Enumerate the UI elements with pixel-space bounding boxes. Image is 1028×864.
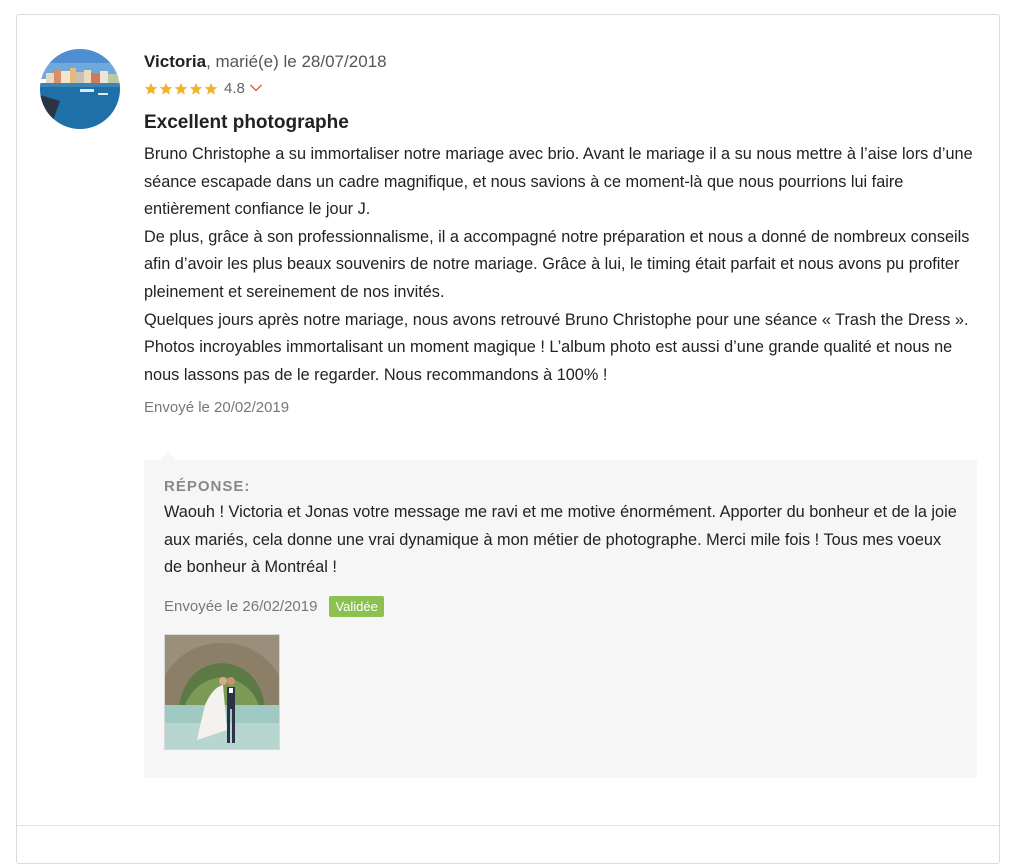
rating-row: 4.8 <box>144 80 984 98</box>
review-body: Bruno Christophe a su immortaliser notre… <box>144 145 973 384</box>
avatar-image <box>40 49 120 129</box>
chevron-down-icon[interactable] <box>249 80 263 98</box>
divider <box>17 825 999 826</box>
review-sent-date: Envoyé le 20/02/2019 <box>144 399 290 417</box>
reply-meta: Envoyée le 26/02/2019 Validée <box>164 596 957 618</box>
star-rating <box>144 82 219 96</box>
review-content: Victoria, marié(e) le 28/07/2018 4.8 Exc… <box>144 50 984 419</box>
status-badge: Validée <box>329 596 384 618</box>
wedding-date: , marié(e) le 28/07/2018 <box>206 52 387 71</box>
star-icon <box>204 82 218 95</box>
reply-photo-thumbnail[interactable] <box>164 633 280 750</box>
reply-label: RÉPONSE: <box>164 478 251 495</box>
avatar <box>40 49 120 129</box>
reply-sent-date: Envoyée le 26/02/2019 <box>164 597 318 615</box>
rating-value: 4.8 <box>224 80 245 97</box>
star-icon <box>174 82 188 95</box>
reply-pointer <box>160 452 176 460</box>
review-title: Excellent photographe <box>144 112 349 133</box>
reply-box: RÉPONSE: Waouh ! Victoria et Jonas votre… <box>144 452 977 778</box>
review-header: Victoria, marié(e) le 28/07/2018 <box>144 50 984 74</box>
reply-body: Waouh ! Victoria et Jonas votre message … <box>164 503 957 577</box>
reviewer-name: Victoria <box>144 52 207 71</box>
star-icon <box>189 82 203 95</box>
star-icon <box>159 82 173 95</box>
star-icon <box>144 82 158 95</box>
